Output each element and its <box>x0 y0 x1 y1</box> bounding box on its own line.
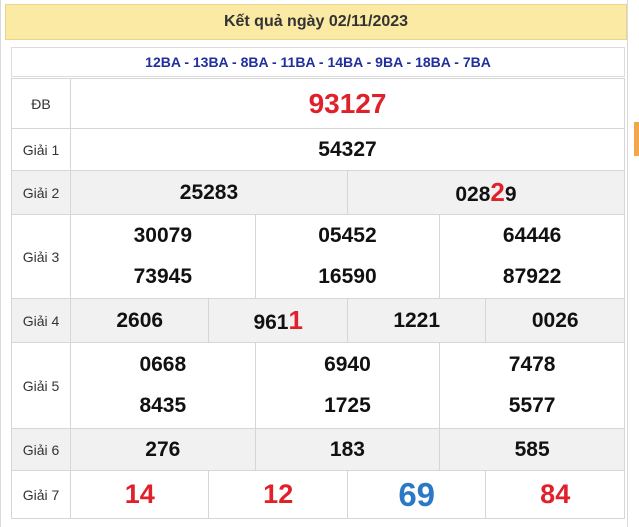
g3-col-3: 64446 87922 <box>439 214 625 299</box>
label-g4: Giải 4 <box>11 298 71 343</box>
g7-value: 84 <box>485 470 625 519</box>
g3-value: 30079 <box>133 224 193 247</box>
g5-value: 5577 <box>508 394 556 417</box>
g7-value: 12 <box>208 470 348 519</box>
row-g4: Giải 4 2606 9611 1221 0026 <box>11 298 625 343</box>
g6-value: 183 <box>254 428 441 471</box>
g2-value-2: 02829 <box>346 170 626 215</box>
label-g6: Giải 6 <box>11 428 71 471</box>
row-g5: Giải 5 0668 8435 6940 1725 7478 5577 <box>11 342 625 429</box>
special-prize-value: 93127 <box>70 78 625 129</box>
lottery-results-card: Kết quả ngày 02/11/2023 12BA - 13BA - 8B… <box>0 0 628 527</box>
g3-value: 16590 <box>318 265 377 288</box>
g5-value: 1725 <box>324 394 371 417</box>
g3-col-1: 30079 73945 <box>70 214 256 299</box>
g3-value: 73945 <box>133 265 193 288</box>
g7-value: 14 <box>69 470 210 519</box>
label-g1: Giải 1 <box>11 128 71 171</box>
g6-value: 585 <box>439 428 625 471</box>
g6-value: 276 <box>70 428 256 471</box>
label-special: ĐB <box>11 78 71 129</box>
g5-col-1: 0668 8435 <box>70 342 256 429</box>
g7-value-special: 69 <box>346 470 487 519</box>
row-g6: Giải 6 276 183 585 <box>11 428 625 471</box>
g5-value: 7478 <box>508 353 556 376</box>
g3-value: 87922 <box>502 265 562 288</box>
g4-value-4: 0026 <box>485 298 625 343</box>
row-special: ĐB 93127 <box>11 78 625 129</box>
g5-value: 0668 <box>139 353 187 376</box>
g2-highlight-digit: 2 <box>490 177 505 207</box>
results-table: ĐB 93127 Giải 1 54327 Giải 2 25283 02829… <box>11 78 626 519</box>
g3-col-2: 05452 16590 <box>254 214 441 299</box>
g3-value: 64446 <box>502 224 562 247</box>
g5-col-3: 7478 5577 <box>439 342 625 429</box>
g4-value-3: 1221 <box>346 298 487 343</box>
g5-col-2: 6940 1725 <box>254 342 441 429</box>
row-g1: Giải 1 54327 <box>11 128 625 171</box>
label-g5: Giải 5 <box>11 342 71 429</box>
g5-value: 8435 <box>139 394 187 417</box>
label-g7: Giải 7 <box>11 470 71 519</box>
g4-value-2: 9611 <box>208 298 348 343</box>
g4-value-1: 2606 <box>69 298 210 343</box>
g4-highlight-digit: 1 <box>288 305 303 335</box>
g3-value: 05452 <box>318 224 377 247</box>
row-g3: Giải 3 30079 73945 05452 16590 64446 879… <box>11 214 625 299</box>
label-g2: Giải 2 <box>11 170 71 215</box>
row-g2: Giải 2 25283 02829 <box>11 170 626 215</box>
g5-value: 6940 <box>324 353 371 376</box>
g1-value: 54327 <box>70 128 625 171</box>
results-date-title: Kết quả ngày 02/11/2023 <box>5 4 627 40</box>
side-scroll-tab[interactable] <box>634 122 639 156</box>
row-g7: Giải 7 14 12 69 84 <box>11 470 625 519</box>
label-g3: Giải 3 <box>11 214 71 299</box>
g2-value-1: 25283 <box>70 170 348 215</box>
ticket-codes: 12BA - 13BA - 8BA - 11BA - 14BA - 9BA - … <box>11 47 625 77</box>
